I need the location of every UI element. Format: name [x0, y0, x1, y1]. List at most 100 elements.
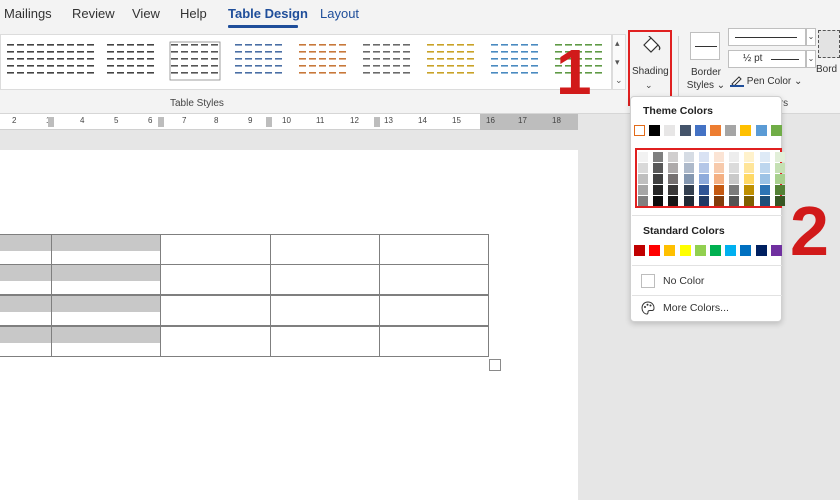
gallery-scroll[interactable]: ▴ ▾ ⌄ — [612, 34, 626, 90]
theme-shade-swatch[interactable] — [683, 185, 694, 195]
table-cell[interactable] — [160, 295, 271, 326]
theme-color-swatch[interactable] — [755, 125, 767, 136]
standard-color-swatch[interactable] — [679, 245, 691, 256]
theme-shade-swatch[interactable] — [774, 196, 785, 206]
theme-shade-swatch[interactable] — [683, 163, 694, 173]
pen-color-button[interactable]: Pen Color ⌄ — [730, 74, 802, 87]
theme-shade-swatch[interactable] — [729, 174, 740, 184]
borders-button[interactable]: Bord — [816, 30, 840, 106]
table-cell[interactable] — [51, 295, 161, 326]
tab-mailings[interactable]: Mailings — [4, 6, 52, 21]
theme-shade-swatch[interactable] — [668, 163, 679, 173]
table-style-thumbnail[interactable] — [425, 41, 477, 81]
theme-shade-swatch[interactable] — [774, 174, 785, 184]
scroll-down-icon[interactable]: ▾ — [615, 57, 620, 68]
theme-shade-swatch[interactable] — [744, 185, 755, 195]
table-cell[interactable] — [51, 326, 161, 357]
table-cell[interactable] — [160, 234, 271, 265]
theme-shade-swatch[interactable] — [638, 163, 648, 173]
theme-shade-swatch[interactable] — [729, 163, 740, 173]
theme-shade-swatch[interactable] — [714, 196, 724, 206]
standard-color-swatch[interactable] — [664, 245, 676, 256]
pen-style-select[interactable] — [728, 28, 806, 46]
theme-color-swatch[interactable] — [634, 125, 645, 136]
theme-color-swatch[interactable] — [770, 125, 782, 136]
theme-shade-swatch[interactable] — [759, 174, 770, 184]
theme-shade-swatch[interactable] — [698, 196, 709, 206]
table-cell[interactable] — [51, 234, 161, 265]
no-color-option[interactable]: No Color — [641, 272, 775, 292]
theme-shade-swatch[interactable] — [759, 152, 770, 162]
table-style-thumbnail[interactable] — [105, 41, 157, 81]
theme-shade-swatch[interactable] — [653, 152, 664, 162]
table-cell[interactable] — [379, 264, 489, 295]
theme-shade-swatch[interactable] — [653, 163, 664, 173]
ruler-column-marker[interactable] — [374, 117, 380, 127]
theme-shade-swatch[interactable] — [714, 185, 724, 195]
theme-shade-swatch[interactable] — [729, 196, 740, 206]
table-cell[interactable] — [270, 326, 380, 357]
theme-shade-swatch[interactable] — [774, 163, 785, 173]
pen-weight-select[interactable]: ½ pt — [728, 50, 806, 68]
tab-review[interactable]: Review — [72, 6, 115, 21]
document-page[interactable] — [0, 150, 578, 500]
table-cell[interactable] — [160, 264, 271, 295]
table-style-thumbnail[interactable] — [45, 41, 97, 81]
table-cell[interactable] — [270, 295, 380, 326]
theme-color-swatch[interactable] — [664, 125, 676, 136]
table-cell[interactable] — [270, 234, 380, 265]
theme-shade-swatch[interactable] — [698, 152, 709, 162]
theme-shade-swatch[interactable] — [653, 185, 664, 195]
theme-shade-swatch[interactable] — [774, 152, 785, 162]
tab-help[interactable]: Help — [180, 6, 207, 21]
standard-color-swatch[interactable] — [634, 245, 645, 256]
theme-shade-swatch[interactable] — [683, 196, 694, 206]
table-cell[interactable] — [379, 234, 489, 265]
table-cell[interactable] — [379, 295, 489, 326]
theme-shade-swatch[interactable] — [668, 174, 679, 184]
theme-shade-swatch[interactable] — [744, 196, 755, 206]
table-style-thumbnail[interactable] — [169, 41, 221, 81]
theme-color-swatch[interactable] — [649, 125, 661, 136]
standard-color-swatch[interactable] — [770, 245, 782, 256]
theme-shade-swatch[interactable] — [668, 196, 679, 206]
table-style-thumbnail[interactable] — [233, 41, 285, 81]
tab-layout[interactable]: Layout — [320, 6, 359, 21]
theme-shade-swatch[interactable] — [744, 152, 755, 162]
theme-shade-swatch[interactable] — [774, 185, 785, 195]
shading-button[interactable]: Shading ⌄ — [628, 30, 672, 106]
standard-color-swatch[interactable] — [710, 245, 721, 256]
tab-table-design[interactable]: Table Design — [228, 6, 308, 21]
ruler-column-marker[interactable] — [158, 117, 164, 127]
standard-color-swatch[interactable] — [725, 245, 737, 256]
theme-shade-swatch[interactable] — [714, 163, 724, 173]
table-cell[interactable] — [0, 295, 52, 326]
pen-style-dropdown-icon[interactable]: ⌄ — [806, 28, 816, 46]
table-cell[interactable] — [160, 326, 271, 357]
theme-shade-swatch[interactable] — [638, 152, 648, 162]
table-style-thumbnail[interactable] — [489, 41, 541, 81]
theme-shade-swatch[interactable] — [729, 185, 740, 195]
theme-shade-swatch[interactable] — [638, 185, 648, 195]
scroll-up-icon[interactable]: ▴ — [615, 38, 620, 49]
theme-color-swatch[interactable] — [694, 125, 706, 136]
table-cell[interactable] — [0, 234, 52, 265]
theme-shade-swatch[interactable] — [759, 163, 770, 173]
theme-color-swatch[interactable] — [740, 125, 752, 136]
theme-shade-swatch[interactable] — [668, 185, 679, 195]
theme-shade-swatch[interactable] — [683, 152, 694, 162]
table-cell[interactable] — [270, 264, 380, 295]
standard-color-swatch[interactable] — [740, 245, 752, 256]
gallery-expand-icon[interactable]: ⌄ — [615, 75, 623, 86]
standard-color-swatch[interactable] — [694, 245, 706, 256]
standard-color-swatch[interactable] — [755, 245, 767, 256]
theme-shade-swatch[interactable] — [638, 174, 648, 184]
theme-shade-swatch[interactable] — [714, 152, 724, 162]
pen-weight-dropdown-icon[interactable]: ⌄ — [806, 50, 816, 68]
more-colors-option[interactable]: More Colors... — [641, 299, 775, 319]
ruler-column-marker[interactable] — [266, 117, 272, 127]
table-cell[interactable] — [0, 326, 52, 357]
theme-shade-swatch[interactable] — [698, 185, 709, 195]
theme-shade-swatch[interactable] — [653, 196, 664, 206]
standard-color-swatch[interactable] — [649, 245, 661, 256]
